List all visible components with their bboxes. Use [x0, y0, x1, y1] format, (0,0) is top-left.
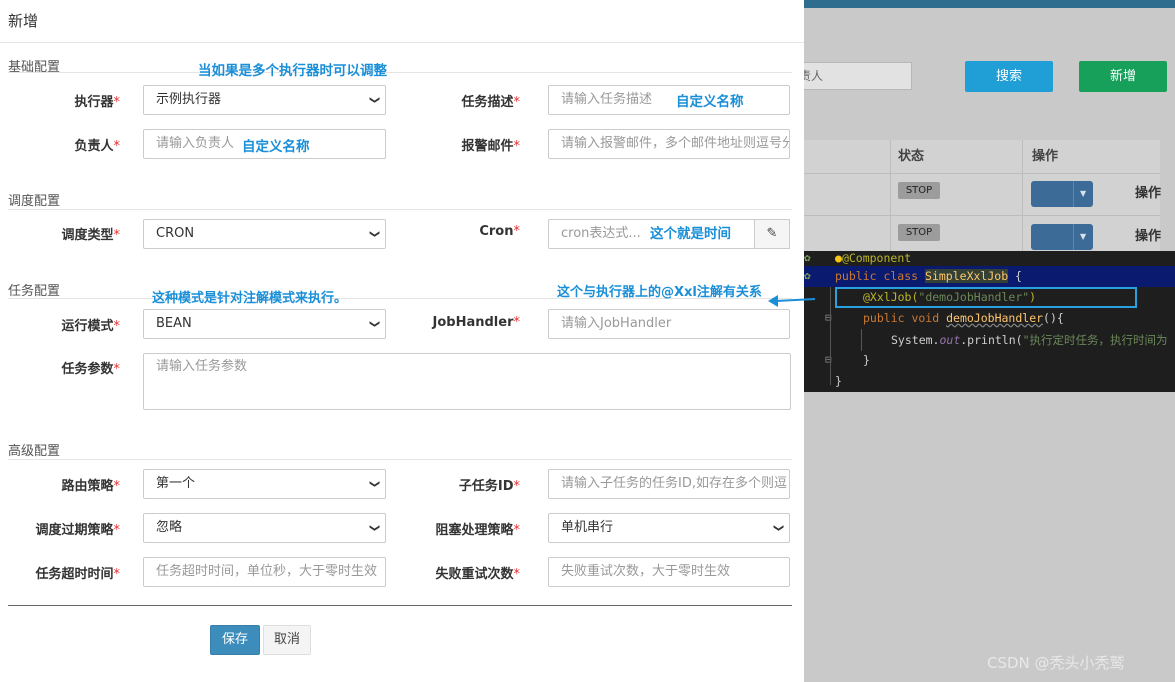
job-param-label: 任务参数* [61, 362, 120, 377]
timeout-input[interactable]: 任务超时时间，单位秒，大于零时生效 [143, 557, 386, 587]
pencil-icon: ✎ [766, 226, 778, 241]
cron-label: Cron* [479, 224, 520, 239]
action-label: 操作 [1134, 186, 1161, 201]
code-line: ●@Component [835, 251, 912, 265]
indent-guide [830, 287, 831, 385]
cancel-button[interactable]: 取消 [263, 625, 311, 655]
child-job-id-input[interactable]: 请输入子任务的任务ID,如存在多个则逗 [548, 469, 790, 499]
indent-guide [861, 329, 862, 351]
author-label: 负责人* [74, 139, 120, 154]
annotation-cron-note: 这个就是时间 [650, 226, 731, 242]
job-handler-label: JobHandler* [432, 315, 520, 330]
alarm-email-input[interactable]: 请输入报警邮件，多个邮件地址则逗号分 [548, 129, 790, 159]
lightbulb-icon: ● [835, 251, 842, 265]
annotation-custom-name-desc: 自定义名称 [676, 94, 744, 110]
job-table: 状态 操作 STOP 操作 ▼ STOP 操作 ▼ [804, 140, 1161, 260]
divider [1073, 224, 1074, 250]
divider [8, 459, 792, 460]
code-line: System.out.println("执行定时任务，执行时间为 [891, 333, 1168, 347]
block-strategy-label: 阻塞处理策略* [435, 523, 520, 538]
caret-down-icon: ▼ [1080, 189, 1087, 198]
code-line: public class SimpleXxlJob { [835, 269, 1022, 283]
row-divider [804, 173, 1160, 174]
add-button[interactable]: 新增 [1079, 61, 1167, 92]
chevron-down-icon: ❯ [368, 479, 380, 489]
fail-retry-label: 失败重试次数* [435, 567, 520, 582]
search-button[interactable]: 搜索 [965, 61, 1053, 92]
job-param-textarea[interactable]: 请输入任务参数 [143, 353, 791, 410]
executor-label: 执行器* [74, 95, 120, 110]
route-strategy-label: 路由策略* [61, 479, 120, 494]
chevron-down-icon: ❯ [368, 523, 380, 533]
chevron-down-icon: ❯ [772, 523, 784, 533]
annotation-multi-executor: 当如果是多个执行器时可以调整 [198, 63, 387, 79]
route-strategy-select[interactable]: 第一个 ❯ [143, 469, 386, 499]
job-desc-input[interactable]: 请输入任务描述 [548, 85, 790, 115]
action-label: 操作 [1134, 229, 1161, 244]
modal-title: 新增 [8, 12, 39, 30]
save-button[interactable]: 保存 [210, 625, 260, 655]
executor-select[interactable]: 示例执行器 ❯ [143, 85, 386, 115]
divider [8, 209, 792, 210]
section-schedule: 调度配置 [8, 194, 61, 209]
divider [1073, 181, 1074, 207]
column-header-status: 状态 [898, 149, 925, 164]
action-dropdown-button[interactable]: 操作 ▼ [1031, 181, 1161, 207]
annotation-custom-name-author: 自定义名称 [242, 139, 310, 155]
chevron-down-icon: ❯ [368, 319, 380, 329]
background-topbar [804, 0, 1175, 8]
spring-bean-icon: ✿ [804, 251, 811, 264]
code-line: } [863, 353, 870, 367]
misfire-strategy-label: 调度过期策略* [35, 523, 120, 538]
chevron-down-icon: ❯ [368, 229, 380, 239]
column-header-action: 操作 [1032, 149, 1059, 164]
highlight-box [835, 287, 1137, 308]
schedule-type-label: 调度类型* [61, 228, 120, 243]
spring-bean-icon: ✿ [804, 269, 811, 282]
section-task: 任务配置 [8, 284, 61, 299]
watermark: CSDN @秃头小秃鹫 [987, 654, 1125, 672]
code-snippet: ✿ ✿ ⊟ ⊟ ●@Component public class SimpleX… [804, 251, 1175, 392]
job-handler-input[interactable]: 请输入JobHandler [548, 309, 790, 339]
schedule-type-select[interactable]: CRON ❯ [143, 219, 386, 249]
arrow-icon [768, 295, 816, 307]
divider [8, 72, 792, 73]
fail-retry-input[interactable]: 失败重试次数，大于零时生效 [548, 557, 790, 587]
caret-down-icon: ▼ [1080, 232, 1087, 241]
author-search-input[interactable]: 责人 [792, 62, 912, 90]
column-divider [890, 140, 891, 260]
run-mode-label: 运行模式* [61, 319, 120, 334]
section-advanced: 高级配置 [8, 444, 61, 459]
chevron-down-icon: ❯ [368, 95, 380, 105]
divider [8, 605, 792, 606]
status-badge: STOP [898, 224, 940, 241]
alarm-email-label: 报警邮件* [461, 139, 520, 154]
divider [0, 42, 804, 43]
annotation-xxl-relation: 这个与执行器上的@Xxl注解有关系 [557, 285, 762, 300]
add-job-modal: 新增 基础配置 执行器* 示例执行器 ❯ 任务描述* 请输入任务描述 负责人* 请… [0, 0, 804, 682]
code-line: public void demoJobHandler(){ [863, 311, 1064, 325]
column-divider [1022, 140, 1023, 260]
run-mode-select[interactable]: BEAN ❯ [143, 309, 386, 339]
annotation-annotation-mode: 这种模式是针对注解模式来执行。 [152, 291, 348, 306]
edit-cron-button[interactable]: ✎ [754, 219, 790, 249]
code-line: } [835, 374, 842, 388]
block-strategy-select[interactable]: 单机串行 ❯ [548, 513, 790, 543]
timeout-label: 任务超时时间* [35, 567, 120, 582]
job-desc-label: 任务描述* [461, 95, 520, 110]
status-badge: STOP [898, 182, 940, 199]
misfire-strategy-select[interactable]: 忽略 ❯ [143, 513, 386, 543]
action-dropdown-button[interactable]: 操作 ▼ [1031, 224, 1161, 250]
child-job-id-label: 子任务ID* [458, 479, 520, 494]
row-divider [804, 215, 1160, 216]
